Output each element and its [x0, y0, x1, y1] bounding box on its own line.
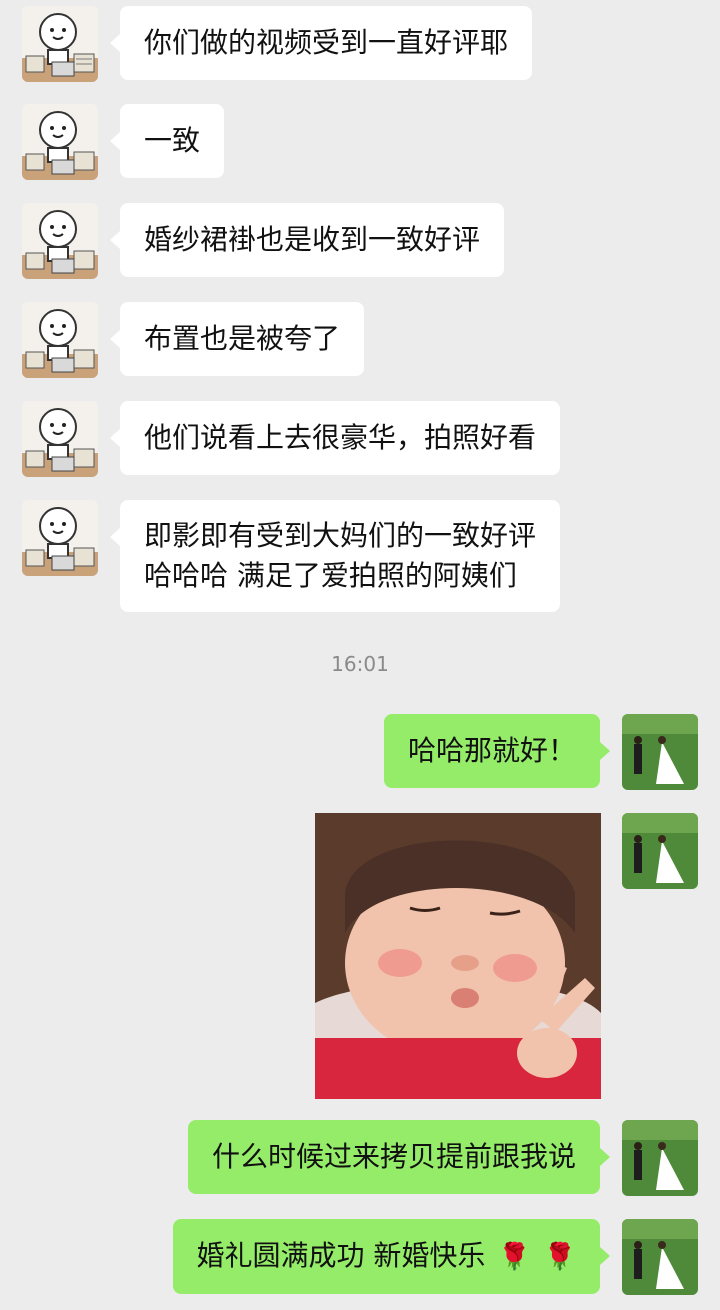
contact-avatar[interactable] [22, 6, 98, 82]
message-text-line: 即影即有受到大妈们的一致好评 [144, 519, 537, 552]
cartoon-avatar-icon [22, 500, 98, 576]
wedding-photo-avatar-icon [622, 813, 698, 889]
message-text: 他们说看上去很豪华，拍照好看 [144, 421, 537, 454]
message-text: 布置也是被夸了 [144, 322, 341, 355]
wedding-photo-avatar-icon [622, 1120, 698, 1196]
message-text: 什么时候过来拷贝提前跟我说 [211, 1140, 576, 1173]
message-text: 你们做的视频受到一直好评耶 [144, 26, 509, 59]
cartoon-avatar-icon [22, 104, 98, 180]
cartoon-avatar-icon [22, 6, 98, 82]
message-bubble-incoming[interactable]: 你们做的视频受到一直好评耶 [109, 6, 533, 80]
sticker-image[interactable] [315, 813, 601, 1099]
message-bubble-outgoing[interactable]: 哈哈那就好！ [383, 714, 611, 788]
message-bubble-outgoing[interactable]: 什么时候过来拷贝提前跟我说 [187, 1120, 611, 1194]
girl-peace-sign-sticker-icon [315, 813, 601, 1099]
contact-avatar[interactable] [22, 302, 98, 378]
message-text-line: 哈哈哈 满足了爱拍照的阿姨们 [144, 559, 517, 592]
wedding-photo-avatar-icon [622, 1219, 698, 1295]
user-avatar[interactable] [622, 1120, 698, 1196]
rose-emoji-icon: 🌹 [543, 1242, 576, 1272]
message-text: 一致 [144, 124, 201, 157]
cartoon-avatar-icon [22, 302, 98, 378]
user-avatar[interactable] [622, 714, 698, 790]
message-text: 婚纱裙褂也是收到一致好评 [144, 223, 481, 256]
message-bubble-outgoing[interactable]: 婚礼圆满成功 新婚快乐 🌹 🌹 [172, 1219, 611, 1294]
user-avatar[interactable] [622, 1219, 698, 1295]
user-avatar[interactable] [622, 813, 698, 889]
cartoon-avatar-icon [22, 203, 98, 279]
message-text: 哈哈那就好！ [407, 734, 576, 767]
message-bubble-incoming[interactable]: 他们说看上去很豪华，拍照好看 [109, 401, 561, 475]
contact-avatar[interactable] [22, 104, 98, 180]
message-bubble-incoming[interactable]: 婚纱裙褂也是收到一致好评 [109, 203, 505, 277]
wedding-photo-avatar-icon [622, 714, 698, 790]
message-text: 婚礼圆满成功 新婚快乐 [196, 1239, 486, 1272]
message-timestamp: 16:01 [331, 652, 389, 676]
contact-avatar[interactable] [22, 500, 98, 576]
message-bubble-incoming[interactable]: 布置也是被夸了 [109, 302, 365, 376]
contact-avatar[interactable] [22, 203, 98, 279]
cartoon-avatar-icon [22, 401, 98, 477]
contact-avatar[interactable] [22, 401, 98, 477]
rose-emoji-icon: 🌹 [498, 1242, 531, 1272]
message-bubble-incoming[interactable]: 一致 [109, 104, 225, 178]
message-bubble-incoming[interactable]: 即影即有受到大妈们的一致好评 哈哈哈 满足了爱拍照的阿姨们 [109, 500, 561, 612]
